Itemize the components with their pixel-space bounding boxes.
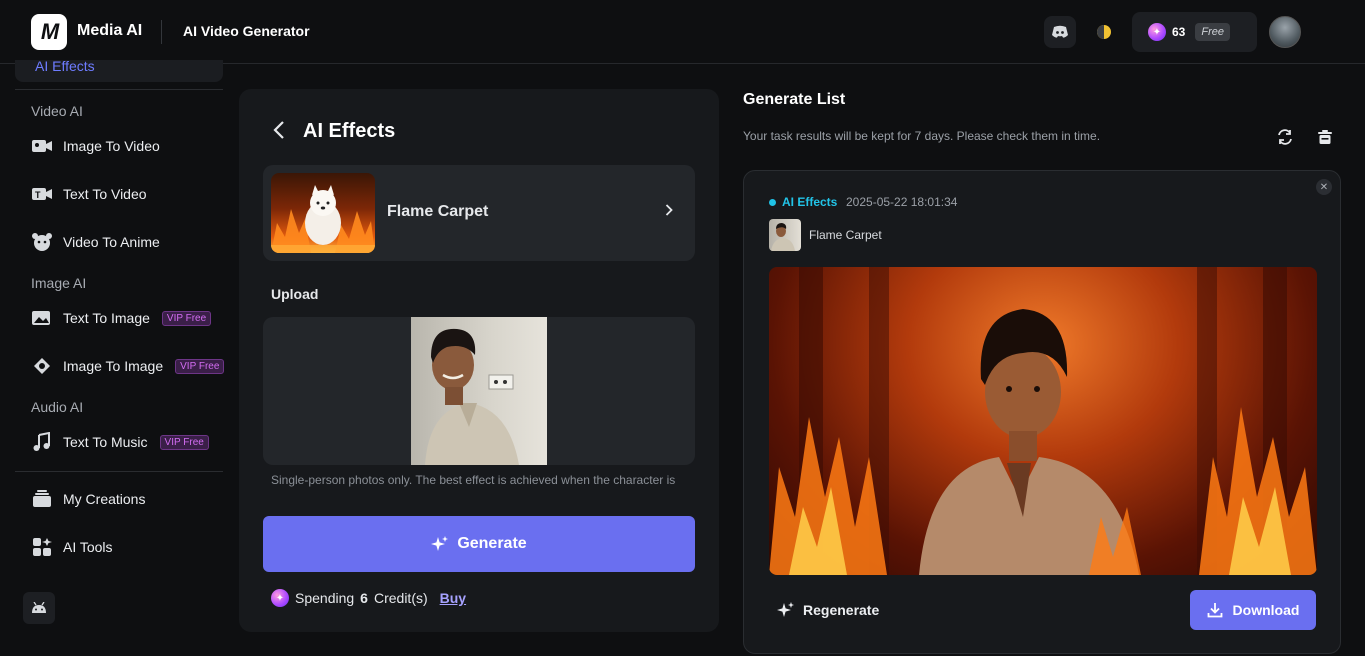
image-to-video-icon [31, 135, 53, 157]
regenerate-label: Regenerate [803, 602, 880, 618]
image-to-image-icon [31, 355, 53, 377]
brand-name[interactable]: Media AI [77, 22, 142, 40]
generate-list-subtitle: Your task results will be kept for 7 day… [743, 129, 1101, 143]
sidebar-item-text-to-image[interactable]: Text To Image VIP Free [31, 306, 212, 330]
generate-button[interactable]: Generate [263, 516, 695, 572]
sidebar-item-ai-tools[interactable]: AI Tools [31, 535, 113, 559]
panel-title: AI Effects [303, 120, 396, 142]
header-divider [161, 20, 162, 44]
music-icon [31, 431, 53, 453]
android-app-button[interactable] [23, 592, 55, 624]
effect-thumbnail [271, 173, 375, 253]
sidebar-item-label: AI Tools [63, 539, 113, 555]
upload-label: Upload [271, 286, 319, 302]
sidebar-item-label: AI Effects [35, 58, 95, 74]
spending-info: ✦ Spending 6 Credit(s) Buy [271, 589, 466, 607]
regenerate-button[interactable]: Regenerate [777, 601, 879, 619]
close-icon[interactable]: ✕ [1316, 179, 1332, 195]
sparkle-icon [431, 536, 449, 551]
back-button[interactable] [273, 120, 285, 145]
effect-name: Flame Carpet [387, 203, 489, 220]
theme-toggle-button[interactable] [1088, 16, 1120, 48]
section-title-image-ai: Image AI [31, 275, 87, 291]
sidebar-item-ai-effects[interactable]: AI Effects [15, 58, 223, 82]
spending-suffix: Credit(s) [373, 590, 428, 606]
user-avatar[interactable] [1269, 16, 1301, 48]
status-dot [769, 199, 776, 206]
text-to-video-icon: T [31, 183, 53, 205]
app-logo[interactable]: M [31, 14, 67, 50]
tools-icon [31, 536, 53, 558]
sidebar-divider [15, 471, 223, 472]
download-icon [1207, 603, 1222, 618]
creations-icon [31, 488, 53, 510]
discord-button[interactable] [1044, 16, 1076, 48]
credit-gem-icon: ✦ [271, 589, 289, 607]
effects-panel: AI Effects Flame Carpet Upload Single-pe… [239, 89, 719, 632]
download-button[interactable]: Download [1190, 590, 1316, 630]
discord-icon [1052, 25, 1068, 38]
logo-mark: M [40, 19, 59, 44]
download-label: Download [1232, 602, 1300, 618]
credits-count: 63 [1172, 25, 1186, 39]
sidebar-item-label: Image To Image [63, 358, 164, 374]
result-video[interactable] [769, 267, 1317, 575]
sidebar-item-label: My Creations [63, 491, 146, 507]
sidebar-item-image-to-video[interactable]: Image To Video [31, 134, 160, 158]
sidebar-item-label: Text To Music [63, 434, 148, 450]
anime-icon [31, 231, 53, 253]
sidebar-item-my-creations[interactable]: My Creations [31, 487, 145, 511]
sidebar-item-text-to-video[interactable]: T Text To Video [31, 182, 147, 206]
result-card: ✕ AI Effects 2025-05-22 18:01:34 Flame C… [743, 170, 1341, 654]
sparkle-icon [777, 602, 794, 617]
effect-selector[interactable]: Flame Carpet [263, 165, 695, 261]
generate-list-title: Generate List [743, 91, 846, 108]
source-thumbnail [769, 219, 801, 251]
sidebar-item-text-to-music[interactable]: Text To Music VIP Free [31, 430, 209, 454]
top-bar: M Media AI AI Video Generator ✦ 63 Free [0, 0, 1365, 64]
generate-label: Generate [457, 535, 527, 552]
buy-link[interactable]: Buy [440, 590, 466, 606]
sidebar-item-label: Text To Video [63, 186, 147, 202]
upload-hint: Single-person photos only. The best effe… [271, 473, 676, 487]
refresh-icon [1278, 129, 1292, 145]
vip-free-badge: VIP Free [159, 434, 209, 450]
result-tag: AI Effects [782, 195, 838, 209]
sidebar-item-label: Image To Video [63, 138, 160, 154]
chevron-right-icon [665, 203, 673, 222]
clear-list-button[interactable] [1314, 126, 1336, 148]
trash-icon [1318, 130, 1332, 144]
chevron-left-icon [273, 121, 284, 139]
section-title-audio-ai: Audio AI [31, 399, 84, 415]
theme-icon [1097, 25, 1111, 39]
sidebar-item-image-to-image[interactable]: Image To Image VIP Free [31, 354, 225, 378]
refresh-button[interactable] [1274, 126, 1296, 148]
uploaded-photo [411, 317, 547, 465]
result-timestamp: 2025-05-22 18:01:34 [846, 195, 958, 209]
page-title: AI Video Generator [183, 23, 310, 39]
text-to-image-icon [31, 307, 53, 329]
result-effect-name: Flame Carpet [809, 228, 882, 242]
spending-amount: 6 [360, 590, 368, 606]
android-icon [32, 602, 46, 613]
sidebar-item-video-to-anime[interactable]: Video To Anime [31, 230, 160, 254]
vip-free-badge: VIP Free [175, 358, 225, 374]
section-title-video-ai: Video AI [31, 103, 83, 119]
sidebar-item-label: Video To Anime [63, 234, 160, 250]
svg-text:T: T [35, 190, 41, 200]
plan-badge: Free [1195, 23, 1230, 41]
credits-widget[interactable]: ✦ 63 Free [1132, 12, 1257, 52]
sidebar-divider [15, 89, 223, 90]
vip-free-badge: VIP Free [161, 310, 212, 326]
spending-prefix: Spending [295, 590, 355, 606]
sidebar: AI Effects Video AI Image To Video T Tex… [0, 58, 238, 656]
credit-gem-icon: ✦ [1148, 23, 1166, 41]
upload-area[interactable] [263, 317, 695, 465]
sidebar-item-label: Text To Image [63, 310, 150, 326]
